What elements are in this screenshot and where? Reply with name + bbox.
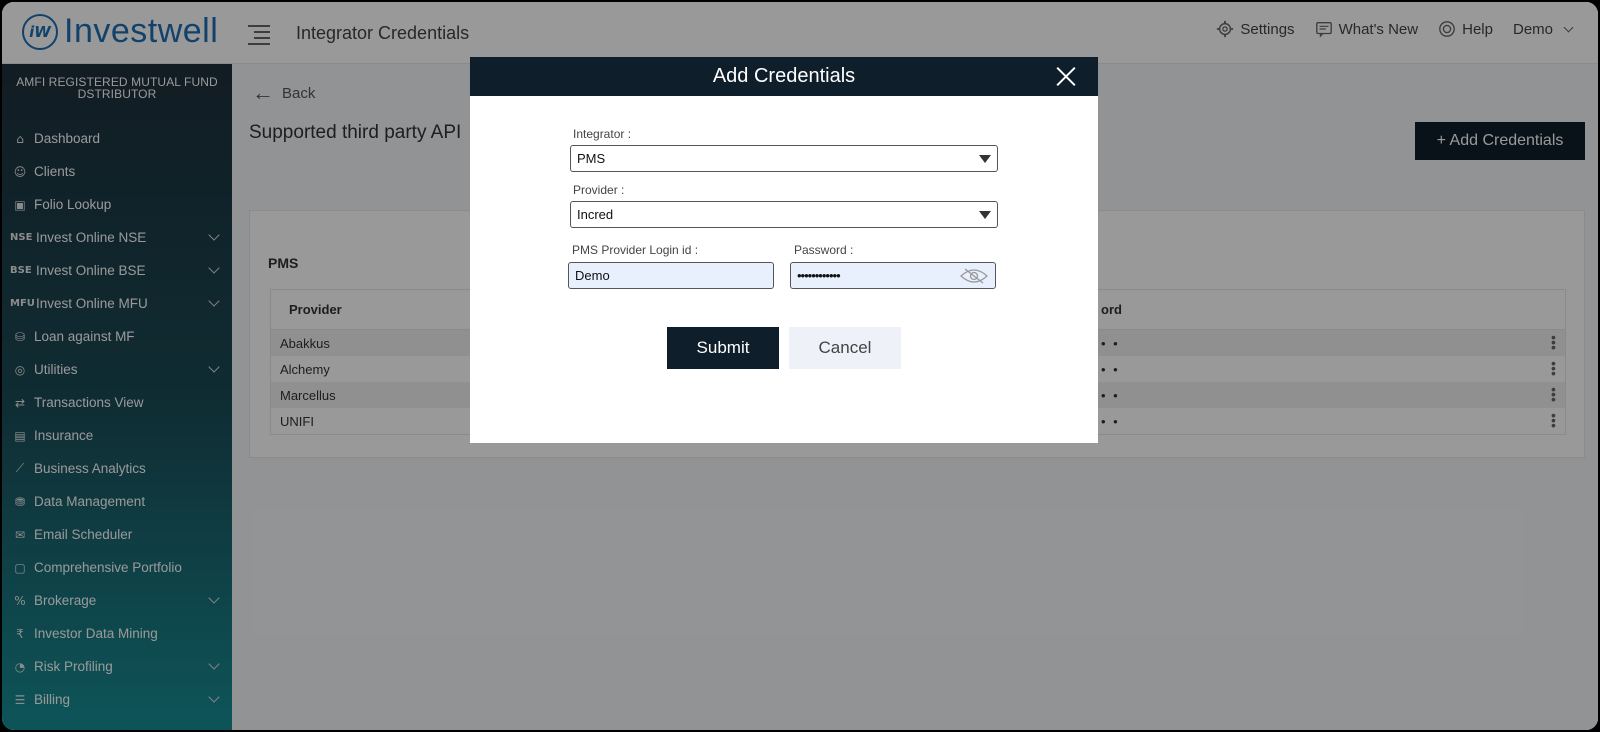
caret-down-icon (979, 211, 991, 219)
provider-value: Incred (577, 207, 614, 222)
app-window: iW Investwell Integrator Credentials Set… (2, 2, 1598, 730)
integrator-value: PMS (577, 151, 606, 166)
modal-title: Add Credentials (712, 65, 856, 87)
modal-header: Add Credentials (470, 57, 1098, 96)
submit-button[interactable]: Submit (667, 327, 779, 369)
caret-down-icon (979, 155, 991, 163)
integrator-label: Integrator : (573, 127, 632, 141)
close-icon[interactable] (1056, 66, 1076, 86)
add-credentials-modal: Add Credentials Integrator : PMS Provide… (470, 57, 1098, 443)
password-input[interactable]: •••••••••••• (790, 262, 996, 289)
password-label: Password : (794, 243, 854, 257)
provider-select[interactable]: Incred (570, 201, 998, 228)
login-id-label: PMS Provider Login id : (572, 243, 699, 257)
cancel-button[interactable]: Cancel (789, 327, 901, 369)
login-id-input[interactable]: Demo (568, 262, 774, 289)
provider-label: Provider : (573, 183, 625, 197)
integrator-select[interactable]: PMS (570, 145, 998, 172)
eye-slash-icon[interactable] (959, 268, 989, 284)
password-value: •••••••••••• (797, 268, 841, 283)
